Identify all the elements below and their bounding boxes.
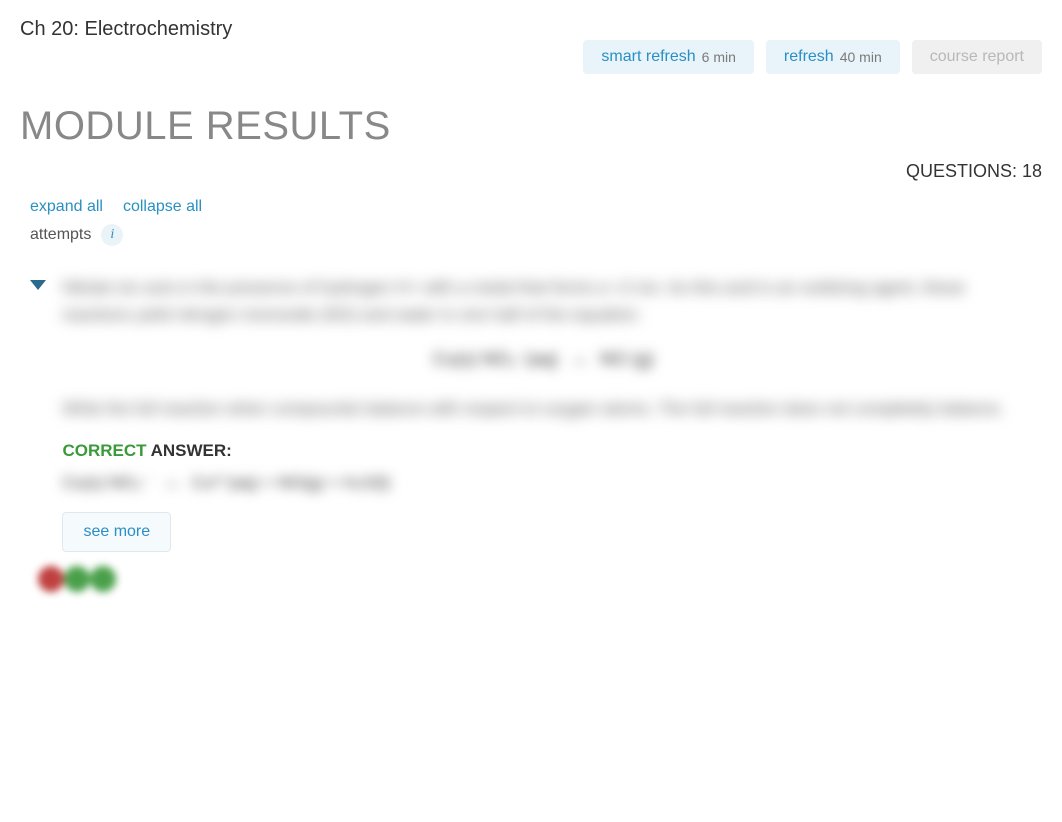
prompt-line2: nitrogen monoxide (NO) and water in one … xyxy=(176,305,642,324)
arrow-icon: → xyxy=(569,348,589,370)
chapter-title: Ch 20: Electrochemistry xyxy=(20,18,232,41)
attempt-dot-correct xyxy=(90,566,116,592)
question-prompt: Nitrate ion acts in the presence of hydr… xyxy=(62,274,1024,328)
smart-refresh-label: smart refresh xyxy=(601,48,695,66)
questions-count: QUESTIONS: 18 xyxy=(0,149,1062,190)
expand-all-link[interactable]: expand all xyxy=(30,198,103,216)
smart-refresh-button[interactable]: smart refresh 6 min xyxy=(583,40,753,74)
attempt-dot-correct xyxy=(64,566,90,592)
question-body: Nitrate ion acts in the presence of hydr… xyxy=(62,274,1024,552)
top-actions: smart refresh 6 min refresh 40 min cours… xyxy=(583,40,1042,74)
question-prompt-continued: Write the full reaction when compounds b… xyxy=(62,395,1024,422)
formula-left: Cu(s) NO₃⁻(aq) xyxy=(433,349,558,369)
answer-label: ANSWER: xyxy=(147,441,232,460)
info-icon[interactable]: i xyxy=(101,224,123,246)
correct-label: CORRECT xyxy=(62,441,146,460)
answer-left: Cu(s) NO₃⁻ xyxy=(62,473,150,492)
course-report-button[interactable]: course report xyxy=(912,40,1042,74)
answer-header: CORRECT ANSWER: xyxy=(62,441,1024,461)
answer-right: Cu²⁺(aq) + NO(g) + H₂O(l) xyxy=(192,473,391,492)
refresh-button[interactable]: refresh 40 min xyxy=(766,40,900,74)
questions-label: QUESTIONS: xyxy=(906,161,1017,181)
questions-number: 18 xyxy=(1022,161,1042,181)
module-results-heading: MODULE RESULTS xyxy=(0,84,1062,149)
collapse-all-link[interactable]: collapse all xyxy=(123,198,202,216)
prompt-line4: completely balance. xyxy=(854,399,1004,418)
attempt-dots xyxy=(38,566,1024,592)
prompt-line3: Write the full reaction when compounds b… xyxy=(62,399,849,418)
see-more-button[interactable]: see more xyxy=(62,512,171,552)
question-card: Nitrate ion acts in the presence of hydr… xyxy=(10,260,1052,612)
attempts-row: attempts i xyxy=(0,220,1062,256)
answer-text: Cu(s) NO₃⁻ → Cu²⁺(aq) + NO(g) + H₂O(l) xyxy=(62,471,1024,494)
question-formula: Cu(s) NO₃⁻(aq) → NO (g) xyxy=(62,348,1024,371)
refresh-label: refresh xyxy=(784,48,834,66)
attempts-label: attempts xyxy=(30,226,91,244)
collapse-toggle-icon[interactable] xyxy=(30,280,46,290)
smart-refresh-time: 6 min xyxy=(702,49,736,65)
attempt-dot-incorrect xyxy=(38,566,64,592)
arrow-icon: → xyxy=(161,471,181,493)
expand-controls: expand all collapse all xyxy=(0,190,1062,220)
refresh-time: 40 min xyxy=(840,49,882,65)
course-report-label: course report xyxy=(930,48,1024,66)
formula-right: NO (g) xyxy=(600,349,654,369)
